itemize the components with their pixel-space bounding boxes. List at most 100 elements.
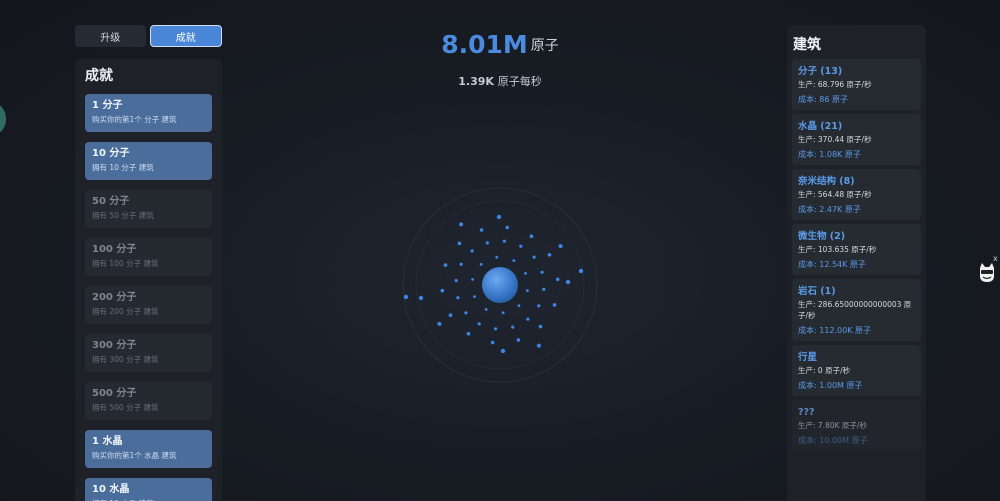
building-name: 岩石 (1): [798, 286, 836, 297]
electron: [466, 331, 471, 336]
electron: [540, 270, 544, 274]
electron: [490, 340, 495, 345]
left-panel: 升级 成就 成就 1 分子购买你的第1个 分子 建筑 10 分子拥有 10 分子 …: [75, 25, 222, 501]
electron: [517, 304, 521, 307]
building-card[interactable]: 分子 (13) 生产: 68.796 原子/秒 成本: 86 原子: [792, 59, 921, 110]
building-production: 生产: 0 原子/秒: [798, 366, 851, 375]
atom-click-target[interactable]: [400, 185, 600, 385]
panel-tabs: 升级 成就: [75, 25, 222, 47]
building-card[interactable]: 奈米结构 (8) 生产: 564.48 原子/秒 成本: 2.47K 原子: [792, 169, 921, 220]
electron: [418, 295, 424, 301]
atoms-per-second: 1.39K 原子每秒: [380, 73, 620, 89]
electron: [496, 214, 502, 220]
building-production: 生产: 286.65000000000003 原子/秒: [798, 300, 912, 320]
electron: [526, 289, 529, 292]
electron: [457, 241, 462, 246]
electron: [454, 279, 458, 283]
achievement-title: 10 分子: [92, 148, 130, 159]
achievement-card: 500 分子 拥有 500 分子 建筑: [85, 382, 212, 420]
buildings-list: 分子 (13) 生产: 68.796 原子/秒 成本: 86 原子 水晶 (21) 生产…: [792, 59, 921, 451]
electron: [456, 296, 460, 300]
buildings-panel: 建筑 分子 (13) 生产: 68.796 原子/秒 成本: 86 原子 水晶 (21…: [787, 25, 926, 501]
tab-achievements[interactable]: 成就: [149, 25, 222, 47]
building-card[interactable]: 微生物 (2) 生产: 103.635 原子/秒 成本: 12.54K 原子: [792, 224, 921, 275]
atom-count-unit: 原子: [530, 37, 559, 54]
nucleus: [482, 267, 518, 303]
achievement-desc: 拥有 10 分子 建筑: [92, 163, 154, 172]
achievement-title: 10 水晶: [92, 484, 130, 495]
electron: [470, 249, 474, 253]
building-card[interactable]: 行星 生产: 0 原子/秒 成本: 1.00M 原子: [792, 345, 921, 396]
electron: [512, 259, 516, 262]
achievement-desc: 购买你的第1个 分子 建筑: [92, 115, 177, 124]
tab-upgrades[interactable]: 升级: [75, 25, 146, 47]
achievement-desc: 拥有 300 分子 建筑: [92, 355, 159, 364]
electron: [552, 303, 557, 307]
building-cost: 成本: 12.54K 原子: [798, 260, 866, 269]
electron: [505, 225, 510, 230]
electron: [479, 228, 484, 232]
achievement-title: 50 分子: [92, 196, 130, 207]
building-production: 生产: 7.80K 原子/秒: [798, 421, 867, 430]
achievement-card: 10 水晶拥有 10 水晶 建筑: [85, 478, 212, 501]
achievement-card: 200 分子 拥有 200 分子 建筑: [85, 286, 212, 324]
achievement-title: 200 分子: [92, 292, 137, 303]
building-cost: 成本: 1.08K 原子: [798, 150, 861, 159]
electron: [542, 287, 546, 291]
electron: [565, 279, 571, 285]
electron: [471, 278, 474, 281]
electron: [464, 311, 468, 315]
achievements-panel: 成就 1 分子 购买你的第1个 分子 建筑 10 分子 拥有 10 分子 建筑 50 分…: [75, 59, 222, 501]
achievement-title: 300 分子: [92, 340, 137, 351]
electron: [526, 317, 530, 321]
achievement-desc: 拥有 50 分子 建筑: [92, 211, 154, 220]
electron: [459, 222, 464, 227]
building-cost: 成本: 86 原子: [798, 95, 848, 104]
achievement-card: 1 水晶购买你的第1个 水晶 建筑: [85, 430, 212, 468]
achievement-desc: 拥有 100 分子 建筑: [92, 259, 159, 268]
achievement-card: 300 分子拥有 300 分子 建筑: [85, 334, 212, 372]
electron: [403, 294, 409, 300]
electron: [500, 348, 506, 354]
building-cost: 成本: 1.00M 原子: [798, 381, 863, 390]
electron: [495, 255, 499, 259]
building-cost: 成本: 112.00K 原子: [798, 326, 872, 335]
electron: [538, 324, 543, 329]
achievement-title: 1 分子: [92, 100, 123, 111]
building-name: 水晶 (21): [798, 121, 843, 132]
atom-counter: 8.01M 原子: [380, 30, 620, 59]
building-production: 生产: 564.48 原子/秒: [798, 190, 872, 199]
building-card[interactable]: 水晶 (21) 生产: 370.44 原子/秒 成本: 1.08K 原子: [792, 114, 921, 165]
achievement-title: 1 水晶: [92, 436, 123, 447]
electron: [484, 308, 488, 311]
achievement-desc: 拥有 500 分子 建筑: [92, 403, 159, 412]
electron: [558, 244, 563, 249]
electron: [479, 263, 483, 266]
achievement-card: 50 分子拥有 50 分子 建筑: [85, 190, 212, 228]
electron: [494, 327, 498, 331]
buildings-title: 建筑: [793, 37, 821, 53]
mascot-icon[interactable]: [977, 262, 997, 284]
electron: [440, 288, 445, 293]
building-name: 分子 (13): [798, 66, 843, 77]
electron: [443, 263, 448, 267]
electron: [536, 343, 541, 348]
building-card[interactable]: 岩石 (1) 生产: 286.65000000000003 原子/秒成本: 112…: [792, 279, 921, 341]
building-name: 微生物 (2): [798, 231, 846, 242]
electron: [473, 295, 476, 298]
edge-orb-decoration: [0, 104, 6, 134]
achievements-list: 1 分子 购买你的第1个 分子 建筑 10 分子 拥有 10 分子 建筑 50 分子 拥有…: [85, 94, 212, 501]
building-card[interactable]: ??? 生产: 7.80K 原子/秒 成本: 10.00M 原子: [792, 400, 921, 451]
electron: [529, 234, 534, 239]
atom-count: 8.01M: [441, 30, 528, 59]
electron: [532, 255, 536, 259]
rate-value: 1.39K: [458, 75, 494, 88]
electron: [511, 325, 515, 329]
rate-label: 原子每秒: [497, 75, 542, 88]
building-name: ???: [798, 407, 815, 418]
electron: [501, 311, 505, 315]
electron: [537, 304, 541, 308]
electron: [555, 277, 560, 282]
achievement-card: 10 分子拥有 10 分子 建筑: [85, 142, 212, 180]
achievement-desc: 购买你的第1个 水晶 建筑: [92, 451, 177, 460]
